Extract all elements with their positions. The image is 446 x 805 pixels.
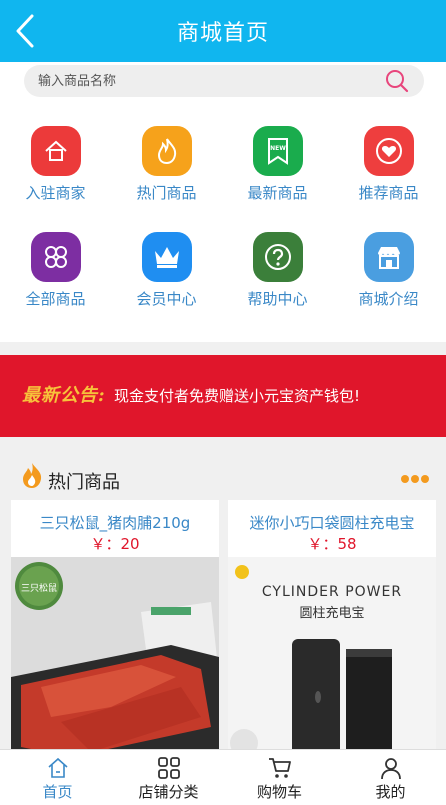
flame-icon: [142, 126, 192, 176]
nav-shop-categories[interactable]: 店铺分类: [113, 750, 224, 805]
hot-products-header: 热门商品: [0, 452, 446, 500]
category-label: 最新商品: [247, 184, 308, 202]
product-image: 三只松鼠: [11, 557, 219, 757]
nav-label: 我的: [375, 783, 406, 801]
product-banner-cn: 圆柱充电宝: [299, 605, 364, 621]
product-card[interactable]: 三只松鼠_猪肉脯210g ￥：20 三只松鼠: [11, 500, 219, 760]
nav-cart[interactable]: 购物车: [224, 750, 335, 805]
category-new[interactable]: NEW 最新商品: [222, 126, 333, 216]
cart-icon: [269, 758, 291, 778]
category-help[interactable]: 帮助中心: [222, 232, 333, 322]
search-bar: [0, 62, 446, 102]
store-icon: [364, 232, 414, 282]
product-price: ￥：20: [90, 535, 140, 553]
product-price: ￥：58: [307, 535, 357, 553]
svg-text:NEW: NEW: [270, 145, 286, 152]
category-recommended[interactable]: 推荐商品: [333, 126, 444, 216]
category-merchants[interactable]: 入驻商家: [0, 126, 111, 216]
brand-logo-text: 三只松鼠: [21, 582, 57, 594]
category-about[interactable]: 商城介绍: [333, 232, 444, 322]
announcement-banner[interactable]: 最新公告: 现金支付者免费赠送小元宝资产钱包!: [0, 355, 446, 437]
grid-flower-icon: [31, 232, 81, 282]
product-image: CYLINDER POWER 圆柱充电宝: [228, 557, 436, 757]
app-header: 商城首页: [0, 0, 446, 62]
category-member[interactable]: 会员中心: [111, 232, 222, 322]
category-label: 全部商品: [25, 290, 86, 308]
product-banner-en: CYLINDER POWER: [262, 584, 402, 600]
user-icon: [381, 758, 401, 780]
category-label: 入驻商家: [25, 184, 86, 202]
nav-home[interactable]: 首页: [2, 750, 113, 805]
product-name: 迷你小巧口袋圆柱充电宝: [249, 514, 415, 532]
announcement-tag: 最新公告:: [22, 385, 106, 406]
category-label: 会员中心: [136, 290, 197, 308]
category-hot[interactable]: 热门商品: [111, 126, 222, 216]
new-badge-icon: NEW: [253, 126, 303, 176]
nav-label: 店铺分类: [138, 783, 199, 801]
product-name: 三只松鼠_猪肉脯210g: [39, 514, 191, 532]
hot-products-title: 热门商品: [48, 472, 120, 493]
nav-label: 首页: [42, 783, 73, 801]
grid-icon: [158, 757, 180, 779]
category-label: 热门商品: [136, 184, 197, 202]
page-title: 商城首页: [176, 21, 269, 46]
category-grid: 入驻商家 热门商品 NEW 最新商品 推荐商品 全部商品 会员中心 帮助中心 商…: [0, 102, 446, 342]
home-icon: [48, 757, 68, 778]
question-icon: [253, 232, 303, 282]
announcement-text: 现金支付者免费赠送小元宝资产钱包!: [114, 387, 361, 405]
search-input[interactable]: [38, 65, 378, 97]
category-label: 商城介绍: [358, 290, 419, 308]
category-all[interactable]: 全部商品: [0, 232, 111, 322]
nav-mine[interactable]: 我的: [335, 750, 446, 805]
search-icon[interactable]: [384, 68, 410, 94]
product-card[interactable]: 迷你小巧口袋圆柱充电宝 ￥：58 CYLINDER POWER 圆柱充电宝: [228, 500, 436, 760]
heart-icon: [364, 126, 414, 176]
category-label: 推荐商品: [358, 184, 419, 202]
house-icon: [31, 126, 81, 176]
more-dots-icon[interactable]: [400, 474, 430, 484]
search-box: [24, 65, 424, 97]
category-label: 帮助中心: [247, 290, 308, 308]
page: 商城首页 入驻商家 热门商品 NEW 最: [0, 0, 446, 805]
nav-label: 购物车: [256, 783, 302, 801]
crown-icon: [142, 232, 192, 282]
fire-icon: [23, 463, 42, 488]
bottom-nav: 首页 店铺分类 购物车 我的: [0, 749, 446, 805]
